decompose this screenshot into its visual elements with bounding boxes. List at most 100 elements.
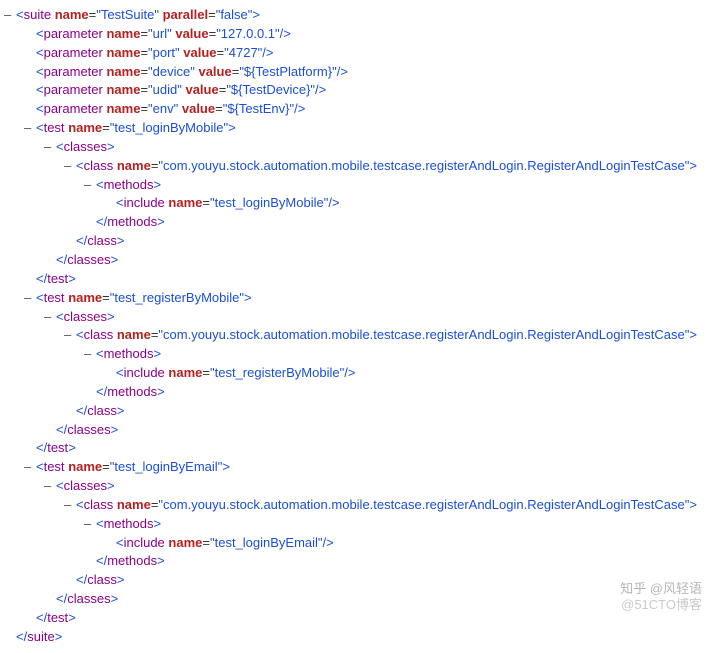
xml-attr: value [185,82,218,97]
xml-attr: value [198,64,231,79]
xml-tag: parameter [44,82,103,97]
parameter: <parameter name="device" value="${TestPl… [4,63,720,82]
test-close: </test> [4,270,720,289]
xml-viewer: – <suite name="TestSuite" parallel="fals… [4,6,720,647]
classes-open: – <classes> [4,477,720,496]
xml-attr: name [68,290,102,305]
xml-tag: class [87,233,117,248]
xml-attr: name [117,497,151,512]
xml-value: "${TestEnv}" [223,101,294,116]
xml-tag: test [44,120,65,135]
xml-attr: name [168,535,202,550]
xml-tag: test [47,440,68,455]
xml-attr: name [68,459,102,474]
xml-tag: methods [104,177,154,192]
class-close: </class> [4,571,720,590]
xml-value: "test_loginByMobile" [110,120,228,135]
xml-attr: value [175,26,208,41]
xml-tag: class [84,497,114,512]
xml-attr: value [183,45,216,60]
xml-tag: methods [104,516,154,531]
test-close: </test> [4,439,720,458]
xml-tag: include [124,535,165,550]
xml-tag: methods [107,553,157,568]
methods-close: </methods> [4,383,720,402]
xml-tag: methods [104,346,154,361]
xml-value: "test_registerByMobile" [110,290,244,305]
methods-close: </methods> [4,552,720,571]
xml-value: "test_registerByMobile" [210,365,344,380]
xml-tag: include [124,195,165,210]
collapse-icon[interactable]: – [84,176,96,195]
collapse-icon[interactable]: – [24,458,36,477]
collapse-icon[interactable]: – [84,345,96,364]
xml-tag: suite [24,7,51,22]
xml-value: "test_loginByMobile" [210,195,328,210]
xml-value: "127.0.0.1" [216,26,279,41]
collapse-icon[interactable]: – [44,477,56,496]
xml-tag: suite [27,629,54,644]
collapse-icon[interactable]: – [24,119,36,138]
xml-value: "udid" [148,82,182,97]
suite-close: </suite> [4,628,720,647]
xml-value: "test_loginByEmail" [210,535,323,550]
collapse-icon[interactable]: – [84,515,96,534]
parameter: <parameter name="url" value="127.0.0.1"/… [4,25,720,44]
xml-tag: classes [67,422,110,437]
xml-attr: name [106,101,140,116]
methods-open: – <methods> [4,176,720,195]
xml-tag: parameter [44,64,103,79]
collapse-icon[interactable]: – [4,6,16,25]
xml-value: "com.youyu.stock.automation.mobile.testc… [158,327,689,342]
parameter: <parameter name="env" value="${TestEnv}"… [4,100,720,119]
xml-attr: name [117,158,151,173]
classes-close: </classes> [4,251,720,270]
xml-attr: name [106,45,140,60]
xml-tag: classes [67,591,110,606]
xml-value: "${TestPlatform}" [239,64,336,79]
xml-tag: parameter [44,26,103,41]
xml-tag: class [84,327,114,342]
test-close: </test> [4,609,720,628]
include: <include name="test_loginByEmail"/> [4,534,720,553]
xml-tag: include [124,365,165,380]
xml-value: "false" [216,7,253,22]
include: <include name="test_loginByMobile"/> [4,194,720,213]
xml-tag: classes [64,478,107,493]
class-close: </class> [4,232,720,251]
collapse-icon[interactable]: – [44,308,56,327]
include: <include name="test_registerByMobile"/> [4,364,720,383]
collapse-icon[interactable]: – [44,138,56,157]
parameter: <parameter name="port" value="4727"/> [4,44,720,63]
xml-value: "url" [148,26,172,41]
test-open: – <test name="test_registerByMobile"> [4,289,720,308]
xml-attr: name [117,327,151,342]
xml-tag: class [84,158,114,173]
xml-value: "port" [148,45,180,60]
methods-close: </methods> [4,213,720,232]
xml-tag: parameter [44,101,103,116]
xml-tag: methods [107,214,157,229]
xml-tag: test [44,290,65,305]
test-open: – <test name="test_loginByMobile"> [4,119,720,138]
xml-value: "env" [148,101,178,116]
class-close: </class> [4,402,720,421]
collapse-icon[interactable]: – [64,326,76,345]
test-open: – <test name="test_loginByEmail"> [4,458,720,477]
xml-attr: name [68,120,102,135]
suite-open: – <suite name="TestSuite" parallel="fals… [4,6,720,25]
methods-open: – <methods> [4,345,720,364]
xml-value: "device" [148,64,195,79]
xml-tag: test [47,271,68,286]
collapse-icon[interactable]: – [64,157,76,176]
xml-value: "com.youyu.stock.automation.mobile.testc… [158,158,689,173]
xml-attr: name [106,82,140,97]
methods-open: – <methods> [4,515,720,534]
collapse-icon[interactable]: – [64,496,76,515]
collapse-icon[interactable]: – [24,289,36,308]
xml-tag: methods [107,384,157,399]
xml-attr: name [106,64,140,79]
xml-tag: parameter [44,45,103,60]
class-open: – <class name="com.youyu.stock.automatio… [4,326,720,345]
classes-close: </classes> [4,421,720,440]
